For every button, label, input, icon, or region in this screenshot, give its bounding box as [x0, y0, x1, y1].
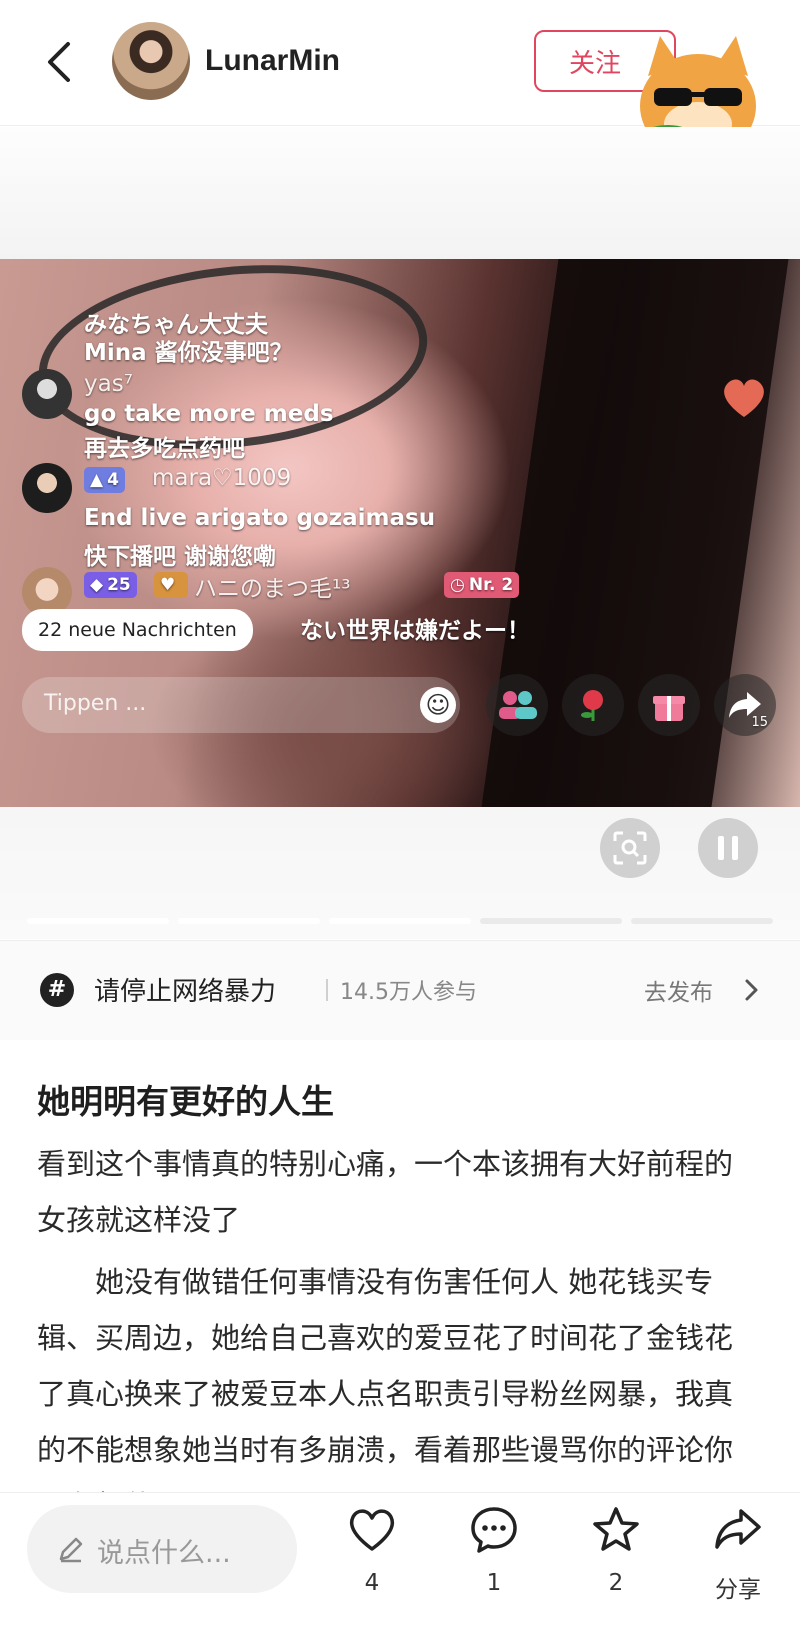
username[interactable]: LunarMin	[205, 44, 340, 78]
chat-msg-3-zh: 快下播吧 谢谢您嘞	[84, 544, 277, 570]
share-button[interactable]: 分享	[698, 1505, 778, 1615]
clock-icon: ◷	[450, 575, 465, 595]
progress-segment[interactable]	[178, 918, 320, 924]
hashtag-icon: #	[40, 973, 74, 1007]
post-paragraph: 看到这个事情真的特别心痛，一个本该拥有大好前程的女孩就这样没了	[37, 1147, 734, 1237]
like-count: 4	[364, 1570, 380, 1596]
progress-segment[interactable]	[631, 918, 773, 924]
new-messages-pill[interactable]: 22 neue Nachrichten	[22, 609, 253, 651]
chat-msg-3-en: End live arigato gozaimasu	[84, 505, 436, 531]
like-button[interactable]: 4	[332, 1505, 412, 1615]
user-avatar[interactable]	[112, 22, 190, 100]
chat-msg-2-en: go take more meds	[84, 401, 334, 427]
comment-bubble-icon	[471, 1507, 517, 1553]
chat-avatar[interactable]	[22, 463, 72, 513]
live-chat-placeholder: Tippen ...	[44, 691, 147, 716]
chevron-left-icon	[48, 42, 70, 82]
progress-segment[interactable]	[480, 918, 622, 924]
chat-avatar[interactable]	[22, 369, 72, 419]
pause-button[interactable]	[698, 818, 758, 878]
rose-gift-button[interactable]	[562, 674, 624, 736]
chat-msg-2-zh: 再去多吃点药吧	[84, 436, 245, 462]
topic-participants: 14.5万人参与	[340, 980, 477, 1005]
gift-icon	[653, 696, 685, 721]
topic-bar[interactable]: # 请停止网络暴力 14.5万人参与 去发布	[0, 940, 800, 1040]
rose-icon	[581, 690, 603, 721]
heart-badge-icon: ♥	[154, 572, 188, 598]
progress-segment[interactable]	[27, 918, 169, 924]
scan-icon	[613, 831, 647, 865]
chat-user-4[interactable]: ハニのまつ毛¹³	[194, 569, 350, 603]
topic-name: 请停止网络暴力	[94, 977, 277, 1007]
level-badge: ▲ 4	[84, 467, 125, 493]
divider	[326, 979, 328, 1001]
screenshot-search-button[interactable]	[600, 818, 660, 878]
star-count: 2	[608, 1570, 624, 1596]
progress-segment[interactable]	[329, 918, 471, 924]
live-chat: みなちゃん大丈夫 Mina 酱你没事吧？ yas⁷ go take more m…	[0, 259, 800, 807]
star-icon	[593, 1507, 639, 1551]
back-button[interactable]	[40, 38, 80, 86]
post-paragraph: 她没有做错任何事情没有伤害任何人 她花钱买专辑、买周边，她给自己喜欢的爱豆花了时…	[37, 1265, 734, 1492]
gift-button[interactable]	[638, 674, 700, 736]
pause-icon	[718, 836, 738, 860]
share-icon	[715, 1509, 761, 1549]
diamond-icon: ◆	[90, 575, 104, 595]
bottom-action-bar: 说点什么... 4 1 2 分享	[0, 1492, 800, 1627]
heart-icon	[349, 1509, 395, 1551]
post-title: 她明明有更好的人生	[37, 1082, 334, 1121]
chat-msg-1-zh: Mina 酱你没事吧？	[84, 340, 293, 366]
chat-msg-4-ja: ない世界は嫌だよー！	[300, 618, 530, 644]
people-icon	[499, 691, 537, 719]
video-top-area	[0, 127, 800, 259]
level-badge: ◆ 25	[84, 572, 137, 598]
topic-post-link[interactable]: 去发布	[644, 973, 713, 1007]
comment-count: 1	[486, 1570, 502, 1596]
comment-button[interactable]: 1	[454, 1505, 534, 1615]
chat-user-2[interactable]: yas⁷	[84, 371, 133, 397]
video-player[interactable]: みなちゃん大丈夫 Mina 酱你没事吧？ yas⁷ go take more m…	[0, 259, 800, 807]
emoji-icon[interactable]: ☺	[420, 687, 456, 723]
live-chat-input[interactable]: Tippen ... ☺	[22, 677, 460, 733]
pencil-icon	[59, 1537, 83, 1563]
favorite-button[interactable]: 2	[576, 1505, 656, 1615]
chat-user-3[interactable]: mara♡1009	[152, 465, 291, 491]
guests-button[interactable]	[486, 674, 548, 736]
triangle-icon: ▲	[90, 470, 104, 490]
comment-placeholder: 说点什么...	[97, 1538, 231, 1569]
comment-input[interactable]: 说点什么...	[27, 1505, 297, 1593]
rank-badge: ◷ Nr. 2	[444, 572, 520, 598]
chevron-right-icon	[745, 979, 758, 1001]
share-label: 分享	[715, 1577, 761, 1603]
share-count: 15	[751, 715, 768, 730]
live-share-button[interactable]: 15	[714, 674, 776, 736]
